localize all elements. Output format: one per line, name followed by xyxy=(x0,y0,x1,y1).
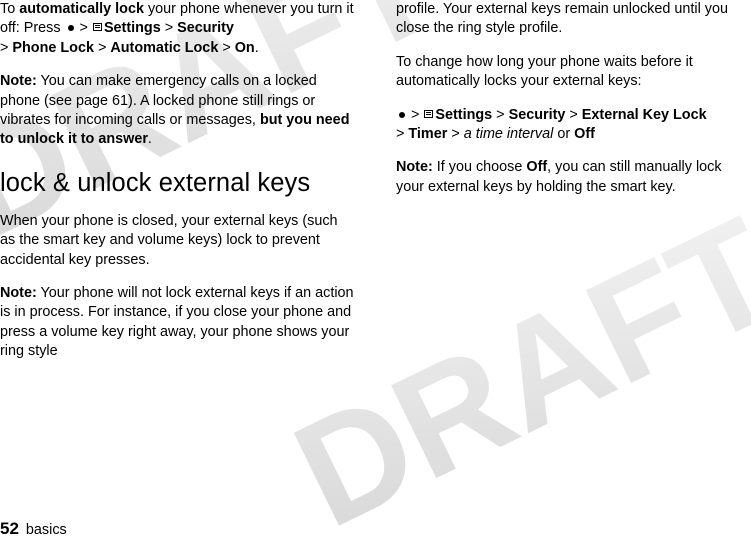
menu-path-off: Off xyxy=(574,126,595,143)
center-select-icon xyxy=(65,22,76,33)
left-text-column: To automatically lock your phone wheneve… xyxy=(0,0,355,376)
page-footer: 52 basics xyxy=(0,519,67,539)
menu-path-settings: Settings xyxy=(435,106,493,123)
note-label: Note: xyxy=(396,159,433,176)
note-label: Note: xyxy=(0,73,37,90)
text-run: Your phone will not lock external keys i… xyxy=(0,285,354,360)
menu-path-security: Security xyxy=(508,106,566,123)
text-run: or xyxy=(553,126,575,143)
text-run: If you choose xyxy=(432,159,527,176)
paragraph-profile-continued: profile. Your external keys remain unloc… xyxy=(396,1,728,37)
text-run: . xyxy=(147,131,152,148)
section-heading-lock-unlock-external-keys: lock & unlock external keys xyxy=(0,168,311,197)
menu-path-settings: Settings xyxy=(103,20,161,37)
text-bold-off: Off xyxy=(526,159,548,176)
text-run: > xyxy=(0,39,13,56)
text-run: > xyxy=(160,20,178,37)
paragraph-change-wait-time: To change how long your phone waits befo… xyxy=(396,53,693,90)
text-bold-automatically-lock: automatically lock xyxy=(19,1,144,17)
note-manual-lock: Note: If you choose Off, you can still m… xyxy=(396,158,751,197)
menu-path-on: On xyxy=(234,39,255,56)
note-action-in-process: Note: Your phone will not lock external … xyxy=(0,284,355,362)
menu-path-security: Security xyxy=(177,20,234,37)
note-emergency-calls: Note: You can make emergency calls on a … xyxy=(0,72,355,150)
menu-path-timer: Timer xyxy=(408,126,448,143)
menu-path-time-interval: a time interval xyxy=(463,126,554,143)
text-run: > xyxy=(93,39,111,56)
text-run: > xyxy=(407,106,424,123)
menu-path-automatic-lock: Automatic Lock xyxy=(110,39,219,56)
text-run: > xyxy=(396,126,409,143)
text-run: > xyxy=(492,106,509,123)
paragraph-external-keys-lock: When your phone is closed, your external… xyxy=(0,212,338,268)
center-select-icon xyxy=(396,109,407,120)
text-run: To xyxy=(0,1,20,17)
text-run: . xyxy=(254,39,259,56)
menu-icon xyxy=(92,22,104,33)
paragraph-automatic-lock: To automatically lock your phone wheneve… xyxy=(0,0,355,58)
menu-path-phone-lock: Phone Lock xyxy=(12,39,94,56)
right-text-column: profile. Your external keys remain unloc… xyxy=(396,0,751,211)
menu-path-external-key-lock: > Settings > Security > External Key Loc… xyxy=(396,106,751,145)
menu-icon xyxy=(423,109,435,120)
text-run: > xyxy=(75,20,92,37)
text-run: > xyxy=(565,106,582,123)
footer-section-label: basics xyxy=(25,522,67,538)
menu-path-external-key-lock-item: External Key Lock xyxy=(581,106,707,123)
note-label: Note: xyxy=(0,285,37,302)
page-number: 52 xyxy=(0,519,19,538)
text-run: > xyxy=(447,126,464,143)
text-run: > xyxy=(218,39,235,56)
